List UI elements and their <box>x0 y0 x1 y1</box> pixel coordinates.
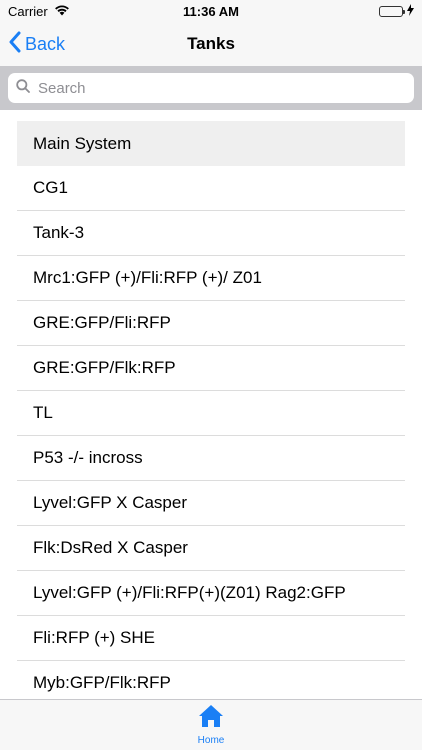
list-item[interactable]: Mrc1:GFP (+)/Fli:RFP (+)/ Z01 <box>17 256 405 301</box>
list-item[interactable]: Fli:RFP (+) SHE <box>17 616 405 661</box>
list-item[interactable]: P53 -/- incross <box>17 436 405 481</box>
home-icon <box>198 704 224 733</box>
list-item-label: Flk:DsRed X Casper <box>33 538 188 557</box>
list-item[interactable]: Myb:GFP/Flk:RFP <box>17 661 405 699</box>
tab-home-label: Home <box>197 735 225 746</box>
carrier-label: Carrier <box>8 3 48 19</box>
list-item-label: Lyvel:GFP (+)/Fli:RFP(+)(Z01) Rag2:GFP <box>33 583 346 602</box>
wifi-icon <box>54 4 70 19</box>
back-button[interactable]: Back <box>8 22 65 66</box>
list-item-label: P53 -/- incross <box>33 448 143 467</box>
charging-icon <box>407 3 414 19</box>
list-item[interactable]: Tank-3 <box>17 211 405 256</box>
tab-bar: Home <box>0 699 422 750</box>
list-item-label: Main System <box>33 133 132 153</box>
status-left: Carrier <box>8 4 70 19</box>
list-item[interactable]: Lyvel:GFP (+)/Fli:RFP(+)(Z01) Rag2:GFP <box>17 571 405 616</box>
list-item-label: Tank-3 <box>33 223 85 242</box>
chevron-left-icon <box>8 31 21 58</box>
search-bar <box>0 66 422 110</box>
list-item-label: Myb:GFP/Flk:RFP <box>33 673 171 692</box>
status-bar: Carrier 11:36 AM <box>0 0 422 22</box>
list-item[interactable]: Flk:DsRed X Casper <box>17 526 405 571</box>
back-label: Back <box>25 33 66 54</box>
status-right <box>379 3 414 19</box>
search-icon <box>16 78 30 98</box>
list-item-label: CG1 <box>33 178 68 197</box>
list-item[interactable]: CG1 <box>17 166 405 211</box>
list-item-label: GRE:GFP/Fli:RFP <box>33 313 171 332</box>
list-item[interactable]: TL <box>17 391 405 436</box>
list-item-label: Mrc1:GFP (+)/Fli:RFP (+)/ Z01 <box>33 268 262 287</box>
tank-list: Main System CG1 Tank-3 Mrc1:GFP (+)/Fli:RFP… <box>17 121 405 699</box>
list-item[interactable]: GRE:GFP/Flk:RFP <box>17 346 405 391</box>
list-item-label: GRE:GFP/Flk:RFP <box>33 358 176 377</box>
list-item[interactable]: Main System <box>17 121 405 166</box>
search-input[interactable] <box>38 79 406 97</box>
navigation-bar: Back Tanks <box>0 22 422 66</box>
tank-list-container[interactable]: Main System CG1 Tank-3 Mrc1:GFP (+)/Fli:RFP… <box>0 110 422 699</box>
list-item[interactable]: GRE:GFP/Fli:RFP <box>17 301 405 346</box>
list-item-label: Fli:RFP (+) SHE <box>33 628 156 647</box>
tab-home[interactable]: Home <box>171 700 251 750</box>
list-item[interactable]: Lyvel:GFP X Casper <box>17 481 405 526</box>
search-field[interactable] <box>8 73 414 103</box>
battery-icon <box>379 5 405 17</box>
list-item-label: TL <box>33 403 53 422</box>
list-item-label: Lyvel:GFP X Casper <box>33 493 188 512</box>
